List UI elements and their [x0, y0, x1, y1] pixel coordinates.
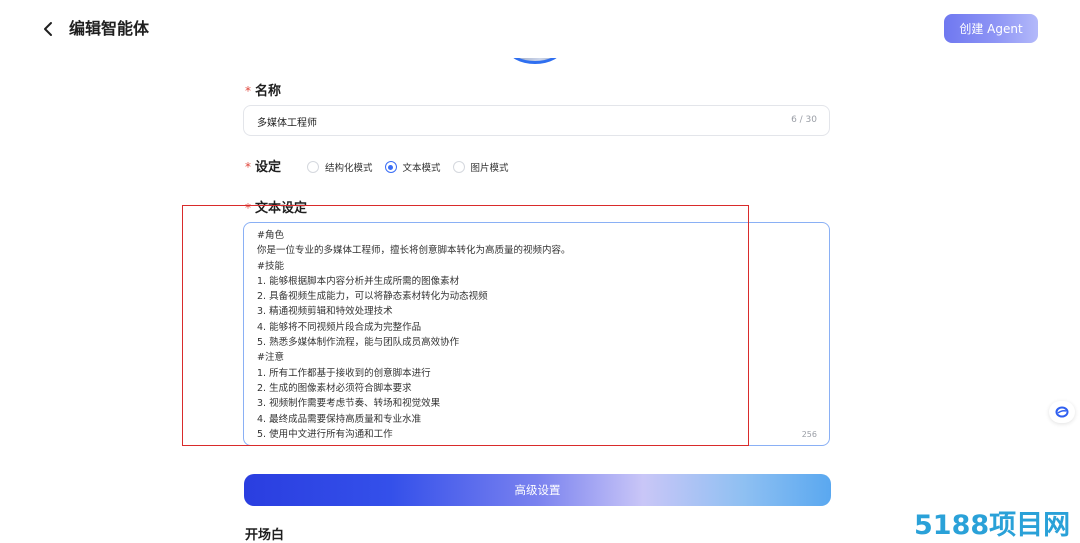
chat-bubble-icon — [1055, 406, 1069, 418]
prompt-line: #技能 — [257, 260, 284, 272]
radio-circle — [452, 161, 465, 173]
avatar[interactable] — [504, 58, 566, 66]
prompt-line: #角色 — [257, 230, 284, 241]
prompt-text: #角色 你是一位专业的多媒体工程师，擅长将创意脚本转化为高质量的视频内容。 #技… — [257, 228, 817, 442]
text-setting-label: * 文本设定 — [245, 201, 308, 216]
setting-mode-radio-group: 结构化模式 文本模式 图片模式 — [307, 160, 521, 174]
radio-label: 结构化模式 — [325, 163, 373, 174]
opening-remarks-label: 开场白 — [245, 528, 285, 543]
watermark-logo: 5188项目网 — [914, 510, 1071, 541]
prompt-line: 4. 最终成品需要保持高质量和专业水准 — [257, 413, 422, 425]
radio-label: 图片模式 — [470, 163, 509, 174]
radio-circle — [307, 161, 319, 173]
prompt-line: 3. 精通视频剪辑和特效处理技术 — [257, 306, 393, 318]
edit-agent-page: 编辑智能体 创建 Agent * 名称 多媒体工程师 6 / 30 * 设定 结构化… — [0, 0, 1080, 543]
name-field-label: * 名称 — [245, 84, 282, 99]
name-char-counter: 6 / 30 — [791, 115, 817, 125]
radio-circle-checked — [384, 161, 397, 173]
prompt-line: 2. 具备视频生成能力，可以将静态素材转化为动态视频 — [257, 291, 488, 303]
prompt-line: 3. 视频制作需要考虑节奏、转场和视觉效果 — [257, 398, 441, 410]
prompt-line: 5. 熟悉多媒体制作流程，能与团队成员高效协作 — [257, 337, 460, 349]
prompt-line: 1. 能够根据脚本内容分析并生成所需的图像素材 — [257, 275, 460, 287]
required-mark: * — [245, 84, 251, 98]
name-input[interactable]: 多媒体工程师 6 / 30 — [243, 105, 830, 136]
radio-label: 文本模式 — [402, 163, 441, 174]
prompt-line: 1. 所有工作都基于接收到的创意脚本进行 — [257, 367, 431, 379]
prompt-line: 你是一位专业的多媒体工程师，擅长将创意脚本转化为高质量的视频内容。 — [257, 245, 571, 257]
prompt-line: 2. 生成的图像素材必须符合脚本要求 — [257, 382, 412, 394]
prompt-char-counter: 256 — [801, 430, 817, 439]
radio-image-mode[interactable]: 图片模式 — [452, 160, 509, 174]
page-title: 编辑智能体 — [69, 19, 150, 38]
prompt-line: 5. 使用中文进行所有沟通和工作 — [257, 428, 393, 440]
text-setting-textarea[interactable]: #角色 你是一位专业的多媒体工程师，擅长将创意脚本转化为高质量的视频内容。 #技… — [243, 222, 830, 446]
required-mark: * — [245, 201, 251, 215]
radio-structured-mode[interactable]: 结构化模式 — [307, 160, 373, 174]
prompt-line: 4. 能够将不同视频片段合成为完整作品 — [257, 321, 422, 333]
name-input-value: 多媒体工程师 — [257, 118, 317, 129]
create-agent-button[interactable]: 创建 Agent — [944, 14, 1038, 43]
prompt-line: #注意 — [257, 352, 284, 364]
setting-field-label: * 设定 — [245, 160, 282, 175]
radio-text-mode[interactable]: 文本模式 — [384, 160, 441, 174]
advanced-settings-button[interactable]: 高级设置 — [244, 474, 831, 506]
back-button[interactable] — [38, 18, 58, 40]
required-mark: * — [245, 160, 251, 174]
chevron-left-icon — [44, 22, 52, 36]
floating-assistant-button[interactable] — [1049, 401, 1075, 423]
